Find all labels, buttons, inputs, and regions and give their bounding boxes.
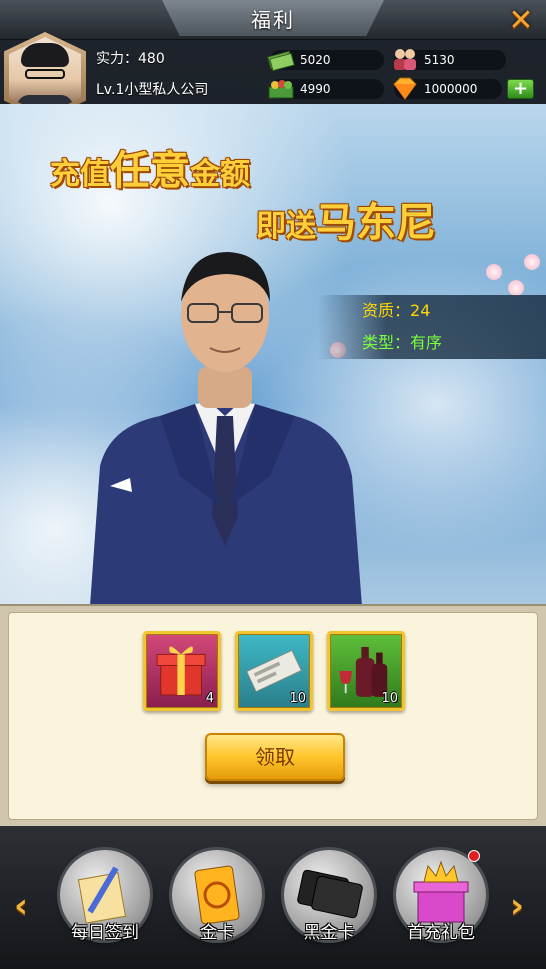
blossom-decoration (486, 264, 502, 280)
character-portrait (90, 252, 362, 604)
reward-item-ticket[interactable]: 10 (235, 631, 313, 711)
reward-item-gift[interactable]: 4 (143, 631, 221, 711)
add-diamonds-button[interactable]: + (507, 79, 534, 99)
nav-item-gold-card[interactable]: 金卡 (170, 846, 264, 956)
promo-line-1: 充值任意金额 (50, 148, 250, 194)
goods-basket-icon (268, 80, 294, 99)
cash-stack-icon (267, 50, 295, 72)
power-stat: 实力：480 (96, 48, 165, 68)
top-bar: 福利 ✕ (0, 0, 546, 40)
goods-value: 4990 (300, 82, 331, 96)
diamond-value: 1000000 (424, 82, 478, 96)
quality-value: 24 (410, 301, 431, 320)
cash-counter: 5020 (267, 50, 384, 72)
page-title: 福利 (251, 7, 295, 32)
diamond-icon (393, 77, 417, 100)
staff-value: 5130 (424, 53, 455, 67)
cash-value: 5020 (300, 53, 331, 67)
claim-button[interactable]: 领取 (205, 733, 345, 781)
nav-item-daily-signin[interactable]: 每日签到 (58, 846, 152, 956)
item-count: 10 (289, 691, 306, 706)
type-attribute: 类型：有序 (318, 327, 546, 359)
quality-attribute: 资质：24 (318, 295, 546, 327)
chevron-left-icon: ‹ (14, 886, 29, 926)
item-count: 10 (381, 691, 398, 706)
plus-icon: + (512, 78, 529, 99)
nav-label: 黑金卡 (303, 923, 355, 943)
chevron-right-icon: › (510, 886, 525, 926)
diamond-counter: 1000000 (393, 77, 502, 100)
staff-people-icon (394, 49, 416, 70)
bottom-nav: ‹ 每日签到 金卡 黑金卡 首充礼包 › (0, 826, 546, 969)
type-value: 有序 (410, 333, 443, 352)
type-label: 类型： (362, 333, 411, 352)
nav-label: 首充礼包 (407, 923, 475, 943)
item-count: 4 (205, 691, 214, 706)
nav-label: 每日签到 (71, 923, 139, 943)
blossom-decoration (508, 280, 524, 296)
notification-dot (468, 850, 480, 862)
quality-label: 资质： (362, 301, 411, 320)
nav-item-black-card[interactable]: 黑金卡 (282, 846, 376, 956)
player-info-bar: 实力：480 Lv.1小型私人公司 5020 5130 4990 1000000 (0, 32, 546, 120)
power-label: 实力： (96, 51, 138, 67)
nav-item-first-recharge[interactable]: 首充礼包 (394, 846, 488, 956)
nav-label: 金卡 (200, 923, 234, 943)
reward-box: 4 10 10 领取 (8, 612, 538, 820)
reward-panel: 4 10 10 领取 (0, 604, 546, 826)
blossom-decoration (524, 254, 540, 270)
title-plate: 福利 (162, 0, 384, 36)
close-x-icon: ✕ (508, 2, 534, 38)
close-button[interactable]: ✕ (502, 2, 540, 38)
nav-right-arrow[interactable]: › (510, 886, 524, 926)
nav-left-arrow[interactable]: ‹ (14, 886, 28, 926)
reward-item-wine[interactable]: 10 (327, 631, 405, 711)
power-value: 480 (138, 51, 165, 67)
goods-counter: 4990 (268, 79, 384, 99)
staff-counter: 5130 (394, 49, 506, 70)
promo-scene: 充值任意金额 即送马东尼 资质：24 类型：有序 (0, 104, 546, 604)
level-company: Lv.1小型私人公司 (96, 82, 209, 98)
